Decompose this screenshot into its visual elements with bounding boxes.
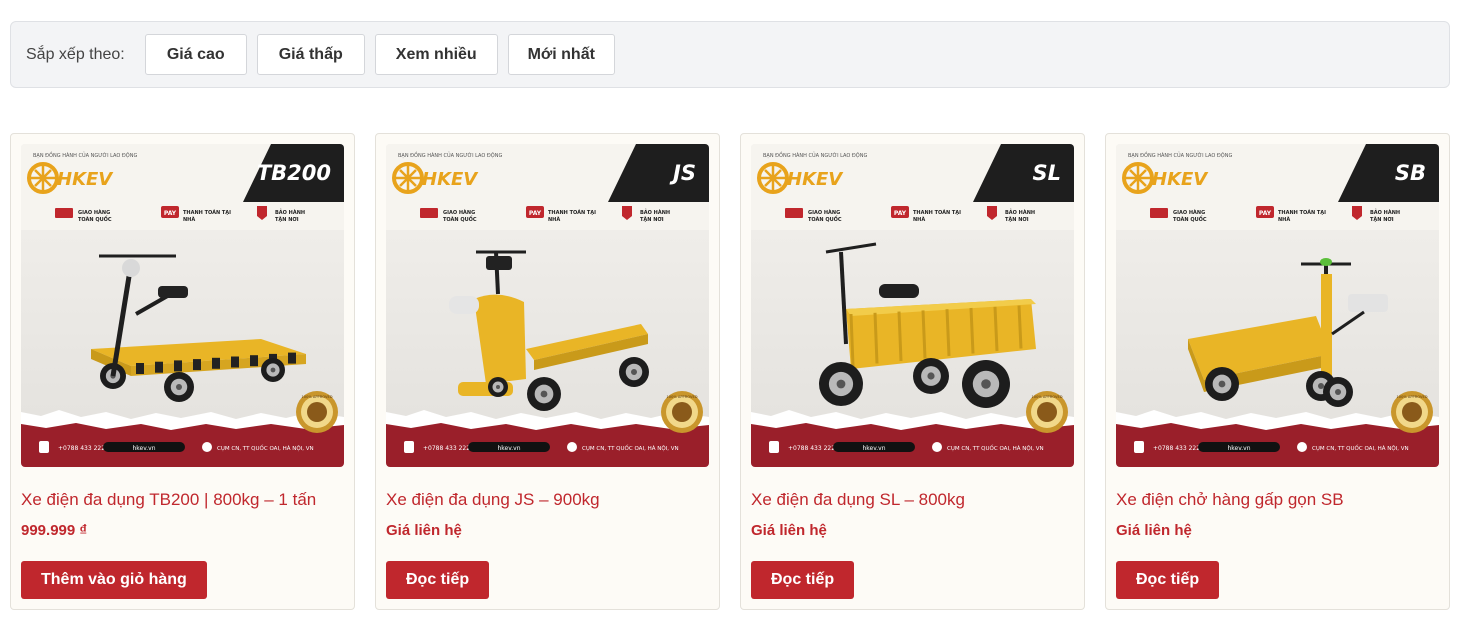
product-price: Giá liên hệ	[386, 522, 462, 539]
product-title-link[interactable]: Xe điện đa dụng JS – 900kg	[386, 490, 600, 510]
sort-price-low-button[interactable]: Giá thấp	[256, 34, 365, 75]
svg-text:TẬN NƠI: TẬN NƠI	[1370, 216, 1394, 223]
svg-text:CỤM CN, TT QUỐC OAI, HÀ NỘI, V: CỤM CN, TT QUỐC OAI, HÀ NỘI, VN	[1312, 444, 1409, 452]
sort-most-viewed-button[interactable]: Xem nhiều	[374, 34, 498, 75]
svg-text:HKEV: HKEV	[422, 169, 479, 190]
product-card-sb: BẠN ĐỒNG HÀNH CỦA NGƯỜI LAO ĐỘNG HKEV SB…	[1105, 133, 1450, 610]
svg-text:hkev.vn: hkev.vn	[497, 445, 520, 452]
add-to-cart-button[interactable]: Thêm vào giỏ hàng	[21, 561, 207, 599]
svg-text:+0788 433 222: +0788 433 222	[58, 445, 105, 452]
svg-text:PAY: PAY	[894, 210, 907, 217]
hkev-logo: HKEV	[1122, 162, 1209, 194]
svg-text:+0788 433 222: +0788 433 222	[788, 445, 835, 452]
svg-text:THANH TOÁN TẠI: THANH TOÁN TẠI	[183, 209, 231, 216]
svg-text:100% APPROVED: 100% APPROVED	[1032, 395, 1063, 399]
svg-text:PAY: PAY	[1259, 210, 1272, 217]
product-card-sl: BẠN ĐỒNG HÀNH CỦA NGƯỜI LAO ĐỘNG HKEV SL…	[740, 133, 1085, 610]
svg-text:TOÀN QUỐC: TOÀN QUỐC	[1173, 215, 1207, 223]
svg-text:BẢO HÀNH: BẢO HÀNH	[640, 208, 670, 216]
product-card-tb200: BẠN ĐỒNG HÀNH CỦA NGƯỜI LAO ĐỘNG HKEV TB…	[10, 133, 355, 610]
product-title-link[interactable]: Xe điện đa dụng SL – 800kg	[751, 490, 965, 510]
product-image: BẠN ĐỒNG HÀNH CỦA NGƯỜI LAO ĐỘNG HKEV SL…	[751, 144, 1074, 467]
product-image: BẠN ĐỒNG HÀNH CỦA NGƯỜI LAO ĐỘNG HKEV TB…	[21, 144, 344, 467]
svg-text:CỤM CN, TT QUỐC OAI, HÀ NỘI, V: CỤM CN, TT QUỐC OAI, HÀ NỘI, VN	[582, 444, 679, 452]
svg-text:hkev.vn: hkev.vn	[862, 445, 885, 452]
product-image-link[interactable]: BẠN ĐỒNG HÀNH CỦA NGƯỜI LAO ĐỘNG HKEV JS…	[386, 144, 709, 467]
product-price: Giá liên hệ	[1116, 522, 1192, 539]
svg-text:+0788 433 222: +0788 433 222	[423, 445, 470, 452]
product-code-tag: SL	[1032, 161, 1061, 185]
product-price: Giá liên hệ	[751, 522, 827, 539]
hkev-logo: HKEV	[757, 162, 844, 194]
svg-text:THANH TOÁN TẠI: THANH TOÁN TẠI	[548, 209, 596, 216]
svg-text:HKEV: HKEV	[787, 169, 844, 190]
sort-newest-button[interactable]: Mới nhất	[507, 34, 615, 75]
svg-text:TOÀN QUỐC: TOÀN QUỐC	[443, 215, 477, 223]
hkev-logo: HKEV	[392, 162, 479, 194]
svg-text:+0788 433 222: +0788 433 222	[1153, 445, 1200, 452]
svg-text:NHÀ: NHÀ	[183, 216, 195, 223]
svg-text:BẢO HÀNH: BẢO HÀNH	[1370, 208, 1400, 216]
product-code-tag: TB200	[257, 161, 331, 185]
svg-text:BẢO HÀNH: BẢO HÀNH	[1005, 208, 1035, 216]
svg-text:NHÀ: NHÀ	[913, 216, 925, 223]
svg-text:hkev.vn: hkev.vn	[1227, 445, 1250, 452]
read-more-button[interactable]: Đọc tiếp	[1116, 561, 1220, 599]
approved-seal-icon: 100% APPROVED	[296, 391, 338, 433]
svg-text:NHÀ: NHÀ	[548, 216, 560, 223]
approved-seal-icon: 100% APPROVED	[661, 391, 703, 433]
svg-text:PAY: PAY	[529, 210, 542, 217]
product-price: 999.999 ₫	[21, 522, 88, 539]
svg-text:TẬN NƠI: TẬN NƠI	[1005, 216, 1029, 223]
sort-bar: Sắp xếp theo: Giá cao Giá thấp Xem nhiều…	[10, 21, 1450, 88]
svg-text:100% APPROVED: 100% APPROVED	[667, 395, 698, 399]
product-image-link[interactable]: BẠN ĐỒNG HÀNH CỦA NGƯỜI LAO ĐỘNG HKEV SL…	[751, 144, 1074, 467]
product-title-link[interactable]: Xe điện đa dụng TB200 | 800kg – 1 tấn	[21, 490, 316, 510]
read-more-button[interactable]: Đọc tiếp	[386, 561, 490, 599]
hkev-logo: HKEV	[27, 162, 114, 194]
svg-text:100% APPROVED: 100% APPROVED	[302, 395, 333, 399]
svg-text:100% APPROVED: 100% APPROVED	[1397, 395, 1428, 399]
svg-text:BẢO HÀNH: BẢO HÀNH	[275, 208, 305, 216]
product-image-link[interactable]: BẠN ĐỒNG HÀNH CỦA NGƯỜI LAO ĐỘNG HKEV TB…	[21, 144, 344, 467]
svg-text:HKEV: HKEV	[1152, 169, 1209, 190]
svg-text:PAY: PAY	[164, 210, 177, 217]
approved-seal-icon: 100% APPROVED	[1026, 391, 1068, 433]
svg-text:TẬN NƠI: TẬN NƠI	[275, 216, 299, 223]
svg-text:NHÀ: NHÀ	[1278, 216, 1290, 223]
svg-text:THANH TOÁN TẠI: THANH TOÁN TẠI	[913, 209, 961, 216]
svg-text:GIAO HÀNG: GIAO HÀNG	[808, 209, 840, 216]
product-code-tag: JS	[669, 161, 696, 185]
svg-text:TOÀN QUỐC: TOÀN QUỐC	[78, 215, 112, 223]
svg-text:TẬN NƠI: TẬN NƠI	[640, 216, 664, 223]
svg-text:THANH TOÁN TẠI: THANH TOÁN TẠI	[1278, 209, 1326, 216]
product-card-js: BẠN ĐỒNG HÀNH CỦA NGƯỜI LAO ĐỘNG HKEV JS…	[375, 133, 720, 610]
svg-text:CỤM CN, TT QUỐC OAI, HÀ NỘI, V: CỤM CN, TT QUỐC OAI, HÀ NỘI, VN	[217, 444, 314, 452]
svg-text:GIAO HÀNG: GIAO HÀNG	[78, 209, 110, 216]
svg-text:HKEV: HKEV	[57, 169, 114, 190]
svg-text:TOÀN QUỐC: TOÀN QUỐC	[808, 215, 842, 223]
read-more-button[interactable]: Đọc tiếp	[751, 561, 855, 599]
approved-seal-icon: 100% APPROVED	[1391, 391, 1433, 433]
svg-text:GIAO HÀNG: GIAO HÀNG	[1173, 209, 1205, 216]
product-image: BẠN ĐỒNG HÀNH CỦA NGƯỜI LAO ĐỘNG HKEV SB…	[1116, 144, 1439, 467]
product-image-link[interactable]: BẠN ĐỒNG HÀNH CỦA NGƯỜI LAO ĐỘNG HKEV SB…	[1116, 144, 1439, 467]
sort-price-high-button[interactable]: Giá cao	[144, 34, 247, 75]
svg-text:GIAO HÀNG: GIAO HÀNG	[443, 209, 475, 216]
product-image: BẠN ĐỒNG HÀNH CỦA NGƯỜI LAO ĐỘNG HKEV JS…	[386, 144, 709, 467]
svg-text:hkev.vn: hkev.vn	[132, 445, 155, 452]
product-title-link[interactable]: Xe điện chở hàng gấp gọn SB	[1116, 490, 1344, 510]
svg-text:CỤM CN, TT QUỐC OAI, HÀ NỘI, V: CỤM CN, TT QUỐC OAI, HÀ NỘI, VN	[947, 444, 1044, 452]
product-code-tag: SB	[1395, 161, 1426, 185]
sort-label: Sắp xếp theo:	[26, 45, 125, 63]
